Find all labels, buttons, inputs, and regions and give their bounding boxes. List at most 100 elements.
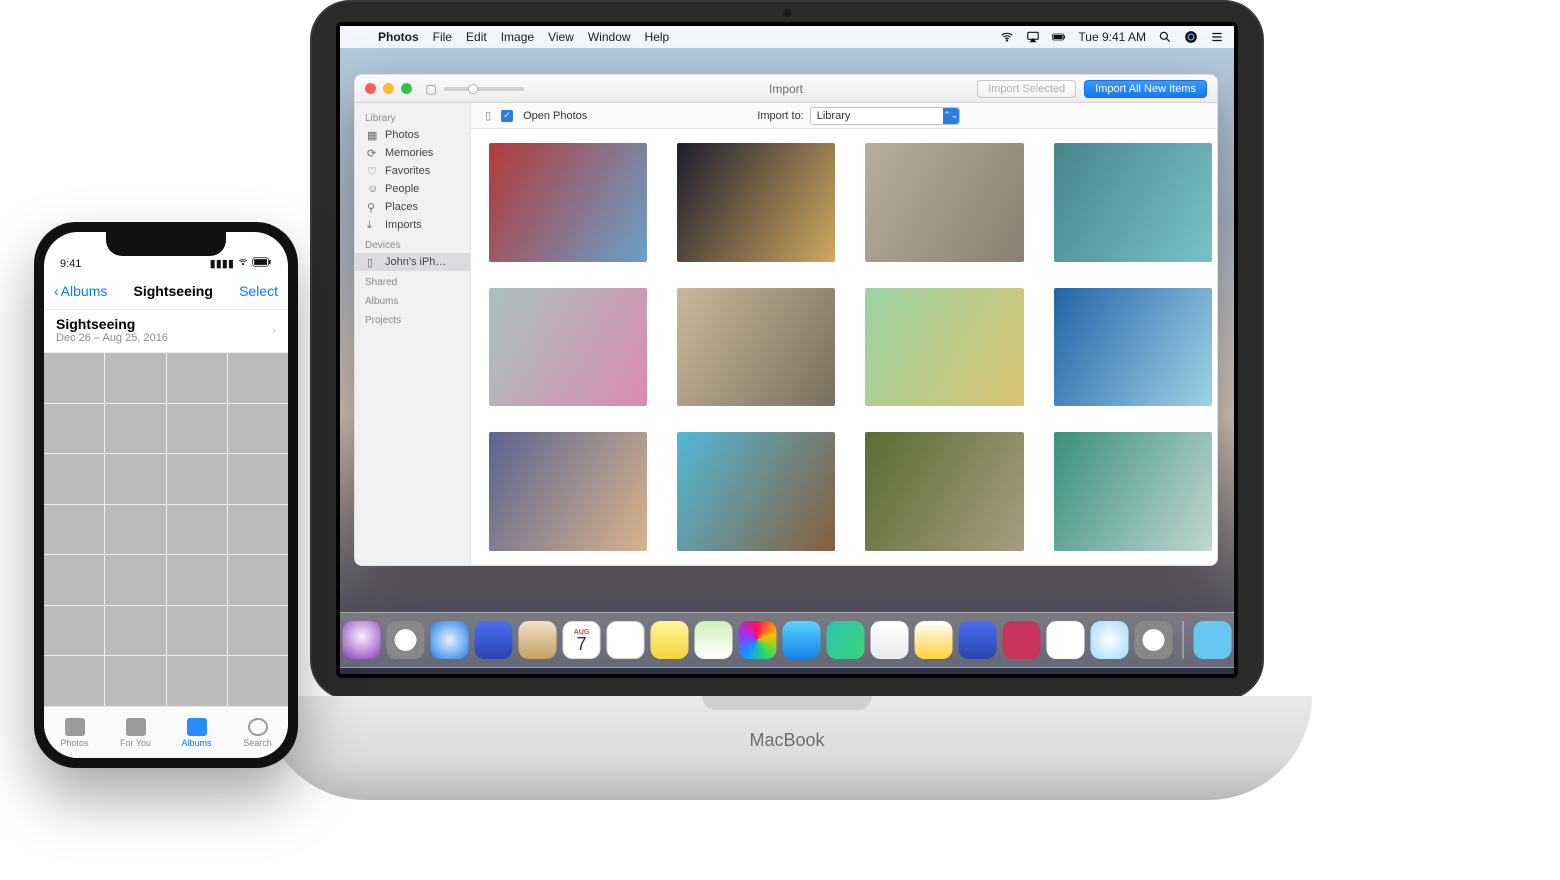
window-titlebar[interactable]: ▢ Import Import Selected Import All New … bbox=[355, 75, 1217, 103]
dock-calendar-day: 7 bbox=[576, 636, 586, 652]
dock-contacts-icon[interactable] bbox=[519, 621, 557, 659]
photos-icon bbox=[65, 718, 85, 736]
photos-icon: ▦ bbox=[367, 129, 379, 141]
menubar-item-view[interactable]: View bbox=[548, 30, 574, 44]
macos-dock: AUG 7 bbox=[340, 612, 1234, 668]
dock-launchpad-icon[interactable] bbox=[387, 621, 425, 659]
import-thumbnail[interactable] bbox=[677, 288, 835, 407]
iphone-photo-grid[interactable] bbox=[44, 353, 288, 706]
dock-downloads-icon[interactable] bbox=[1194, 621, 1232, 659]
iphone-screen: 9:41 ▮▮▮▮ ‹ Albums Sightseeing Select Si… bbox=[44, 232, 288, 758]
import-thumbnail[interactable] bbox=[865, 432, 1023, 551]
chevron-right-icon: › bbox=[272, 323, 276, 337]
airplay-icon[interactable] bbox=[1026, 30, 1040, 44]
import-to-value: Library bbox=[817, 110, 851, 122]
sidebar-section-devices: Devices bbox=[355, 234, 470, 253]
sidebar-section-albums[interactable]: Albums bbox=[355, 290, 470, 309]
sidebar-section-projects[interactable]: Projects bbox=[355, 309, 470, 328]
dock-messages-icon[interactable] bbox=[783, 621, 821, 659]
iphone-nav-title: Sightseeing bbox=[134, 283, 213, 299]
iphone-select-button[interactable]: Select bbox=[239, 283, 278, 299]
search-icon bbox=[248, 718, 268, 736]
dock-facetime-icon[interactable] bbox=[827, 621, 865, 659]
dock-appstore-icon[interactable] bbox=[1091, 621, 1129, 659]
dock-maps-icon[interactable] bbox=[695, 621, 733, 659]
iphone-nav-bar: ‹ Albums Sightseeing Select bbox=[44, 272, 288, 310]
menubar-clock[interactable]: Tue 9:41 AM bbox=[1078, 30, 1146, 44]
dock-reminders-icon[interactable] bbox=[607, 621, 645, 659]
import-thumbnail[interactable] bbox=[865, 143, 1023, 262]
iphone-icon: ▯ bbox=[367, 256, 379, 268]
sidebar-item-photos[interactable]: ▦ Photos bbox=[355, 126, 470, 144]
menubar-item-window[interactable]: Window bbox=[588, 30, 631, 44]
dock-mail-icon[interactable] bbox=[475, 621, 513, 659]
dock-notes-icon[interactable] bbox=[651, 621, 689, 659]
open-photos-checkbox[interactable]: ✓ bbox=[501, 110, 513, 122]
import-thumbnail[interactable] bbox=[1054, 288, 1212, 407]
sidebar-item-device-iphone[interactable]: ▯John's iPh… bbox=[355, 253, 470, 271]
iphone-tab-photos[interactable]: Photos bbox=[44, 707, 105, 758]
menubar-item-image[interactable]: Image bbox=[501, 30, 534, 44]
cellular-signal-icon: ▮▮▮▮ bbox=[210, 258, 234, 270]
import-thumbnail[interactable] bbox=[489, 432, 647, 551]
sidebar-section-library: Library bbox=[355, 107, 470, 126]
iphone-tab-label: Photos bbox=[60, 738, 88, 748]
import-thumbnail[interactable] bbox=[677, 432, 835, 551]
iphone-album-header[interactable]: Sightseeing Dec 26 – Aug 25, 2016 › bbox=[44, 310, 288, 353]
sidebar-item-label: Photos bbox=[385, 129, 419, 141]
download-icon: ⤓ bbox=[367, 219, 379, 231]
heart-icon: ♡ bbox=[367, 165, 379, 177]
sidebar-section-shared[interactable]: Shared bbox=[355, 271, 470, 290]
import-thumbnail[interactable] bbox=[489, 288, 647, 407]
wifi-icon bbox=[237, 258, 252, 270]
dock-siri-icon[interactable] bbox=[343, 621, 381, 659]
menubar-item-file[interactable]: File bbox=[433, 30, 452, 44]
macbook-device: Photos File Edit Image View Window Help … bbox=[262, 0, 1312, 830]
wifi-icon[interactable] bbox=[1000, 30, 1014, 44]
dock-numbers-icon[interactable] bbox=[871, 621, 909, 659]
dock-keynote-icon[interactable] bbox=[915, 621, 953, 659]
import-to-select[interactable]: Library ⌃⌄ bbox=[810, 107, 960, 125]
apple-menu-icon[interactable] bbox=[350, 30, 364, 44]
sidebar-item-favorites[interactable]: ♡Favorites bbox=[355, 162, 470, 180]
menubar-item-help[interactable]: Help bbox=[645, 30, 670, 44]
iphone-tab-label: For You bbox=[120, 738, 151, 748]
iphone-tab-for-you[interactable]: For You bbox=[105, 707, 166, 758]
sidebar-item-label: Memories bbox=[385, 147, 433, 159]
import-to-label: Import to: bbox=[757, 110, 803, 122]
import-main-pane: ▯ ✓ Open Photos Import to: Library ⌃⌄ bbox=[471, 103, 1217, 565]
siri-icon[interactable] bbox=[1184, 30, 1198, 44]
iphone-back-button[interactable]: ‹ Albums bbox=[54, 283, 107, 299]
dock-itunes-icon[interactable] bbox=[1047, 621, 1085, 659]
sidebar-item-label: People bbox=[385, 183, 419, 195]
notification-center-icon[interactable] bbox=[1210, 30, 1224, 44]
sidebar-item-imports[interactable]: ⤓Imports bbox=[355, 216, 470, 234]
menubar-item-edit[interactable]: Edit bbox=[466, 30, 487, 44]
clock-icon: ⟳ bbox=[367, 147, 379, 159]
dock-news-icon[interactable] bbox=[1003, 621, 1041, 659]
import-thumbnail[interactable] bbox=[1054, 143, 1212, 262]
open-photos-label: Open Photos bbox=[523, 110, 587, 122]
dock-photos-icon[interactable] bbox=[739, 621, 777, 659]
sidebar-item-people[interactable]: ☺People bbox=[355, 180, 470, 198]
import-thumbnail[interactable] bbox=[865, 288, 1023, 407]
import-thumbnail[interactable] bbox=[489, 143, 647, 262]
iphone-tab-label: Albums bbox=[181, 738, 211, 748]
menubar-app-name[interactable]: Photos bbox=[378, 30, 419, 44]
iphone-back-label: Albums bbox=[61, 283, 108, 299]
chevron-updown-icon: ⌃⌄ bbox=[943, 108, 959, 124]
dock-pages-icon[interactable] bbox=[959, 621, 997, 659]
import-thumbnail[interactable] bbox=[677, 143, 835, 262]
dock-safari-icon[interactable] bbox=[431, 621, 469, 659]
dock-calendar-icon[interactable]: AUG 7 bbox=[563, 621, 601, 659]
window-title: Import bbox=[355, 82, 1217, 96]
spotlight-search-icon[interactable] bbox=[1158, 30, 1172, 44]
iphone-tab-albums[interactable]: Albums bbox=[166, 707, 227, 758]
photos-sidebar: Library ▦ Photos ⟳ Memories ♡Favorites ☺Pe… bbox=[355, 103, 471, 565]
sidebar-item-places[interactable]: ⚲Places bbox=[355, 198, 470, 216]
dock-system-preferences-icon[interactable] bbox=[1135, 621, 1173, 659]
iphone-tab-search[interactable]: Search bbox=[227, 707, 288, 758]
sidebar-item-memories[interactable]: ⟳ Memories bbox=[355, 144, 470, 162]
battery-icon[interactable] bbox=[1052, 30, 1066, 44]
import-thumbnail[interactable] bbox=[1054, 432, 1212, 551]
